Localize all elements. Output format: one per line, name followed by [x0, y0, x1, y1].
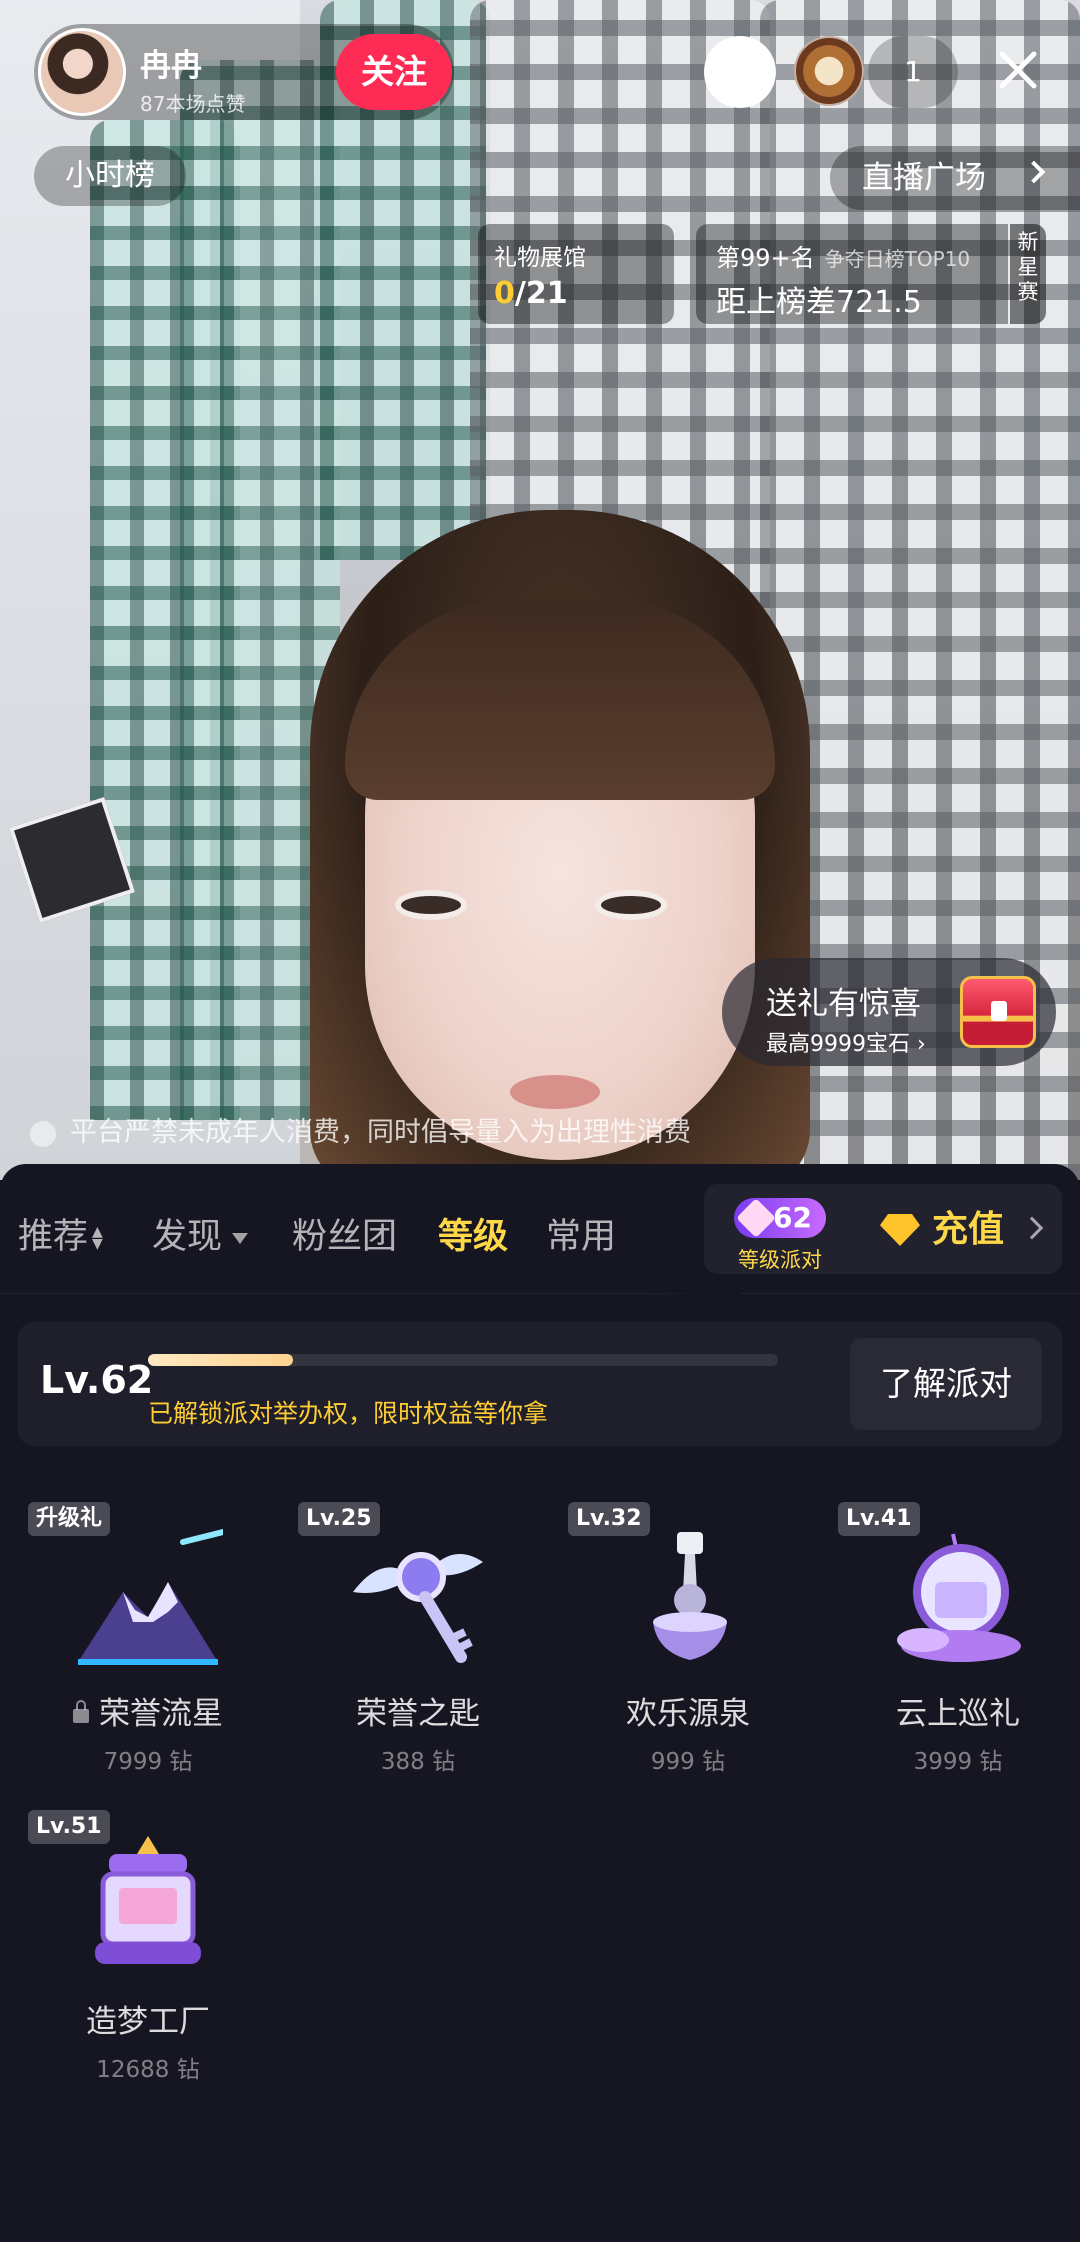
tab-fan-club[interactable]: 粉丝团 — [292, 1208, 397, 1259]
notice-text: 平台严禁未成年人消费，同时倡导量入为出理性消费 — [70, 1117, 691, 1148]
gift-item[interactable]: 升级礼 荣誉流星 7999 钻 — [18, 1502, 248, 1782]
gift-price: 3999 钻 — [913, 1749, 1003, 1775]
learn-party-button[interactable]: 了解派对 — [850, 1338, 1042, 1430]
tab-common[interactable]: 常用 — [546, 1208, 616, 1259]
streamer-eye — [395, 890, 467, 920]
live-room: 平台严禁未成年人消费，同时倡导量入为出理性消费 冉冉 87本场点赞 关注 1 小… — [0, 0, 1080, 2242]
diamond-icon — [880, 1214, 920, 1246]
gift-name: 欢乐源泉 — [626, 1696, 750, 1732]
tab-label: 粉丝团 — [292, 1217, 398, 1257]
level-progress — [148, 1354, 778, 1366]
gift-hall[interactable]: 礼物展馆 0/21 — [478, 224, 674, 324]
rank-position: 第99+名 — [716, 244, 815, 272]
host-avatar[interactable] — [38, 28, 126, 116]
gift-panel: 推荐 ▲ ▼ 发现 粉丝团 等级 常用 62 等级派对 充值 Lv.62 已解锁派对… — [0, 1164, 1080, 2242]
winged-key-icon — [343, 1522, 493, 1672]
gift-item[interactable]: Lv.41 云上巡礼 3999 钻 — [828, 1502, 1058, 1782]
level-card: Lv.62 已解锁派对举办权，限时权益等你拿 了解派对 — [18, 1322, 1062, 1446]
level-desc: 已解锁派对举办权，限时权益等你拿 — [148, 1399, 549, 1428]
rank-gap: 距上榜差721.5 — [716, 285, 922, 320]
tab-label: 发现 — [152, 1217, 223, 1257]
rank-sub: 争夺日榜TOP10 — [824, 247, 971, 271]
gift-hall-count: 0/21 — [494, 276, 674, 311]
streamer-eye — [595, 890, 667, 920]
surprise-title: 送礼有惊喜 — [766, 986, 921, 1022]
user-level: Lv.62 — [40, 1358, 154, 1402]
tab-recommend[interactable]: 推荐 ▲ ▼ — [18, 1208, 103, 1259]
info-icon — [30, 1121, 56, 1147]
treasure-chest-icon — [960, 976, 1036, 1048]
gift-price: 999 钻 — [650, 1749, 726, 1775]
gift-price: 12688 钻 — [96, 2057, 200, 2083]
live-plaza-button[interactable]: 直播广场 — [830, 146, 1080, 210]
meteor-mountain-icon — [73, 1522, 226, 1672]
level-party-badge[interactable]: 62 — [734, 1198, 826, 1238]
dream-factory-icon — [73, 1830, 223, 1980]
gift-hall-total: /21 — [514, 276, 568, 311]
lock-icon — [73, 1699, 89, 1723]
gift-name: 造梦工厂 — [86, 2004, 210, 2040]
level-progress-fill — [148, 1354, 293, 1366]
gift-price: 388 钻 — [380, 1749, 456, 1775]
recharge-label: 充值 — [932, 1209, 1005, 1250]
gift-surprise-banner[interactable]: 送礼有惊喜 最高9999宝石 › — [722, 958, 1056, 1066]
level-party-label[interactable]: 等级派对 — [738, 1244, 822, 1274]
gift-tag: Lv.25 — [298, 1502, 380, 1536]
recharge-button[interactable]: 充值 — [880, 1206, 1004, 1254]
follow-button[interactable]: 关注 — [336, 34, 452, 110]
dropdown-icon — [232, 1232, 249, 1244]
gift-tag: 升级礼 — [28, 1502, 111, 1536]
chevron-right-icon — [1020, 1216, 1044, 1240]
chevron-right-icon — [1022, 160, 1046, 184]
surprise-sub-text: 最高9999宝石 — [766, 1032, 910, 1057]
tab-label: 常用 — [546, 1217, 617, 1257]
hour-rank-button[interactable]: 小时榜 — [34, 146, 186, 206]
viewer-avatar[interactable] — [794, 36, 864, 106]
gift-tag: Lv.51 — [28, 1810, 110, 1844]
streamer-lips — [510, 1075, 600, 1109]
gift-name: 云上巡礼 — [896, 1696, 1020, 1732]
surprise-sub: 最高9999宝石 › — [766, 1032, 926, 1057]
gift-name-text: 荣誉流星 — [99, 1696, 223, 1732]
viewer-avatar[interactable] — [704, 36, 776, 108]
rank-position-line: 第99+名 争夺日榜TOP10 — [716, 238, 1008, 273]
party-level: 62 — [773, 1201, 812, 1234]
newstar-tag[interactable]: 新星赛 — [1010, 224, 1046, 324]
minor-consumption-notice: 平台严禁未成年人消费，同时倡导量入为出理性消费 — [0, 1108, 1080, 1158]
gift-price: 7999 钻 — [103, 1749, 193, 1775]
gift-name: 荣誉流星 — [18, 1688, 278, 1733]
gift-hall-title: 礼物展馆 — [494, 245, 586, 271]
fountain-icon — [613, 1522, 763, 1672]
gift-tag: Lv.41 — [838, 1502, 920, 1536]
gift-tag: Lv.32 — [568, 1502, 650, 1536]
tab-label: 等级 — [438, 1217, 509, 1257]
gift-tabs: 推荐 ▲ ▼ 发现 粉丝团 等级 常用 62 等级派对 充值 — [0, 1164, 1080, 1294]
host-name: 冉冉 — [140, 48, 202, 84]
cloud-carriage-icon — [883, 1522, 1033, 1672]
tab-label: 推荐 — [18, 1217, 89, 1257]
gift-hall-current: 0 — [494, 276, 515, 311]
gift-item[interactable]: Lv.32 欢乐源泉 999 钻 — [558, 1502, 788, 1782]
gift-name: 荣誉之匙 — [356, 1696, 480, 1732]
close-icon[interactable] — [988, 40, 1048, 100]
gift-item[interactable]: Lv.25 荣誉之匙 388 钻 — [288, 1502, 518, 1782]
host-likes: 87本场点赞 — [140, 92, 246, 116]
gift-item[interactable]: Lv.51 造梦工厂 12688 钻 — [18, 1810, 248, 2090]
sort-icon: ▲ ▼ — [92, 1224, 103, 1252]
party-recharge-box: 62 等级派对 充值 — [704, 1184, 1062, 1274]
tab-level[interactable]: 等级 — [438, 1208, 508, 1259]
tab-discover[interactable]: 发现 — [152, 1208, 249, 1259]
daily-rank-box[interactable]: 第99+名 争夺日榜TOP10 距上榜差721.5 — [696, 224, 1008, 324]
viewer-count[interactable]: 1 — [868, 36, 958, 108]
live-plaza-label: 直播广场 — [862, 160, 986, 196]
